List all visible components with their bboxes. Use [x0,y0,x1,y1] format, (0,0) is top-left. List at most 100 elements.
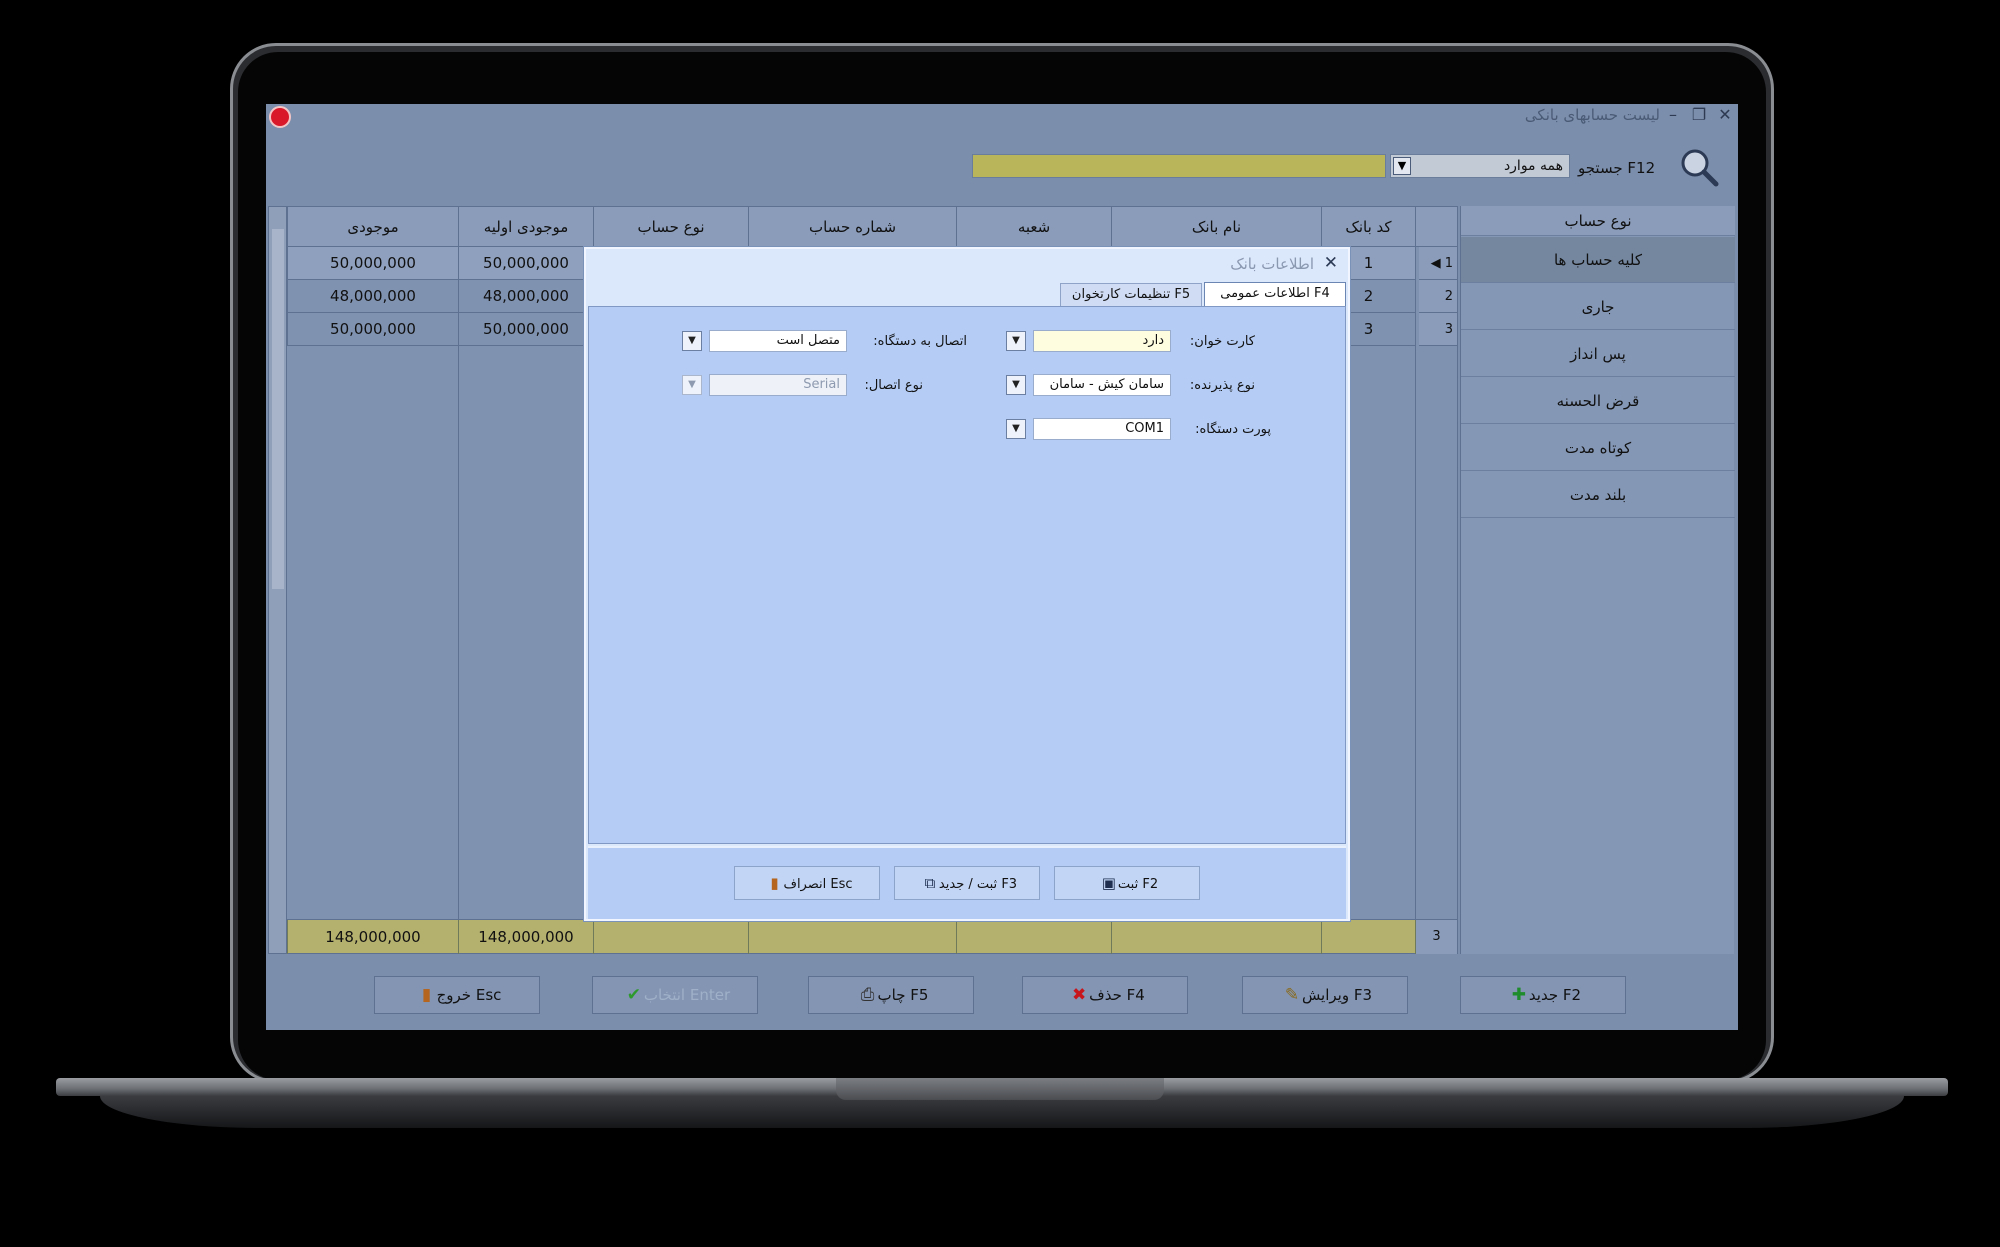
row-number-value: 1 [1444,256,1453,271]
acceptor-type-select[interactable]: سامان کیش - سامان ▼ [1006,374,1171,396]
save-new-button[interactable]: ⧉ ثبت / جدید F3 [894,866,1040,900]
search-label: جستجو F12 [1578,159,1656,177]
device-port-value: COM1 [1125,421,1164,436]
device-connection-label: اتصال به دستگاه: [873,334,967,349]
minimize-window-button[interactable]: – [1662,104,1684,126]
chevron-down-icon[interactable]: ▼ [1006,375,1026,395]
delete-x-icon: ✖ [1072,985,1087,1005]
col-balance[interactable]: موجودی [287,207,458,247]
printer-icon: ⎙ [860,985,875,1005]
exit-door-icon: ▮ [770,874,779,892]
grid-header: موجودی موجودی اولیه نوع حساب شماره حساب … [287,207,1457,247]
chevron-down-icon[interactable]: ▼ [1006,419,1026,439]
cell-balance[interactable]: 50,000,000 [287,247,458,280]
dialog-body: کارت خوان: دارد ▼ نوع پذیرنده: سامان کیش… [588,306,1346,844]
chevron-down-icon[interactable]: ▼ [682,375,702,395]
delete-button-label: حذف F4 [1089,986,1145,1004]
save-new-icon: ⧉ [924,874,936,892]
laptop-notch [836,1078,1164,1100]
search-icon[interactable] [1678,146,1720,188]
device-connection-value: متصل است [776,333,840,348]
row-number[interactable]: ◀ 1 [1419,247,1457,280]
print-button-label: چاپ F5 [877,986,929,1004]
connection-type-select[interactable]: Serial ▼ [682,374,847,396]
summary-empty-cell [748,920,956,954]
device-port-select[interactable]: COM1 ▼ [1006,418,1171,440]
account-type-header: نوع حساب [1461,206,1735,236]
device-connection-select[interactable]: متصل است ▼ [682,330,847,352]
scrollbar-thumb[interactable] [272,229,284,589]
grid-line [458,247,459,923]
col-account-number[interactable]: شماره حساب [748,207,956,247]
search-input[interactable] [972,154,1386,178]
close-window-button[interactable]: ✕ [1714,104,1736,126]
filter-item-long-term[interactable]: بلند مدت [1461,472,1735,518]
cell-balance[interactable]: 50,000,000 [287,313,458,346]
filter-item-current[interactable]: جاری [1461,284,1735,330]
delete-button[interactable]: ✖ حذف F4 [1022,976,1188,1014]
summary-empty-cell [1321,920,1415,954]
restore-window-button[interactable]: ❐ [1688,104,1710,126]
exit-button-label: خروج Esc [436,986,502,1004]
pencil-icon: ✎ [1284,985,1300,1005]
bottom-toolbar: ✚ جدید F2 ✎ ویرایش F3 ✖ حذف F4 ⎙ چاپ F5 ✔ انت… [266,956,1738,1030]
card-reader-select[interactable]: دارد ▼ [1006,330,1171,352]
current-row-icon: ◀ [1430,256,1441,271]
col-initial-balance[interactable]: موجودی اولیه [458,207,593,247]
grid-summary-row: 148,000,000 148,000,000 3 [287,919,1457,954]
new-button-label: جدید F2 [1528,986,1582,1004]
cell-initial-balance[interactable]: 50,000,000 [458,313,593,346]
summary-empty-cell [956,920,1111,954]
summary-empty-cell [1111,920,1321,954]
col-account-type[interactable]: نوع حساب [593,207,748,247]
search-scope-value: همه موارد [1503,158,1563,174]
save-button[interactable]: ▣ ثبت F2 [1054,866,1200,900]
new-button[interactable]: ✚ جدید F2 [1460,976,1626,1014]
chevron-down-icon[interactable]: ▼ [682,331,702,351]
exit-door-icon: ▮ [421,985,432,1005]
dialog-footer: ▣ ثبت F2 ⧉ ثبت / جدید F3 ▮ انصراف Esc [588,846,1346,919]
search-scope-select[interactable]: همه موارد ▼ [1390,154,1570,178]
filter-item-interest-free[interactable]: قرض الحسنه [1461,378,1735,424]
cell-initial-balance[interactable]: 48,000,000 [458,280,593,313]
filter-item-all[interactable]: کلیه حساب ها [1461,237,1735,283]
save-new-button-label: ثبت / جدید F3 [938,877,1018,892]
connection-type-label: نوع اتصال: [864,378,923,393]
edit-button-label: ویرایش F3 [1301,986,1373,1004]
chevron-down-icon[interactable]: ▼ [1393,157,1411,175]
app-logo-icon[interactable] [269,106,291,128]
account-type-panel: نوع حساب کلیه حساب ها جاری پس انداز قرض … [1460,206,1735,954]
row-number[interactable]: 3 [1419,313,1457,346]
exit-button[interactable]: ▮ خروج Esc [374,976,540,1014]
close-icon[interactable]: ✕ [1324,253,1338,273]
col-row-number [1415,207,1457,247]
cell-balance[interactable]: 48,000,000 [287,280,458,313]
tab-card-reader-settings[interactable]: تنظیمات کارتخوان F5 [1060,283,1202,306]
tab-general-info[interactable]: اطلاعات عمومی F4 [1204,282,1346,306]
card-reader-label: کارت خوان: [1189,334,1255,349]
summary-empty-cell [593,920,748,954]
laptop-base-shadow [100,1096,1904,1128]
row-number[interactable]: 2 [1419,280,1457,313]
filter-item-savings[interactable]: پس انداز [1461,331,1735,377]
row-count: 3 [1415,920,1457,954]
col-branch[interactable]: شعبه [956,207,1111,247]
chevron-down-icon[interactable]: ▼ [1006,331,1026,351]
select-button[interactable]: ✔ انتخاب Enter [592,976,758,1014]
col-bank-code[interactable]: کد بانک [1321,207,1415,247]
edit-button[interactable]: ✎ ویرایش F3 [1242,976,1408,1014]
col-bank-name[interactable]: نام بانک [1111,207,1321,247]
acceptor-type-label: نوع پذیرنده: [1189,378,1255,393]
select-button-label: انتخاب Enter [643,986,731,1004]
filter-item-short-term[interactable]: کوتاه مدت [1461,425,1735,471]
save-disk-icon: ▣ [1101,874,1116,892]
plus-icon: ✚ [1511,985,1527,1005]
cancel-button-label: انصراف Esc [783,877,853,892]
acceptor-type-value: سامان کیش - سامان [1049,377,1164,392]
total-initial-balance: 148,000,000 [458,920,593,954]
grid-scrollbar[interactable] [269,207,287,953]
cell-initial-balance[interactable]: 50,000,000 [458,247,593,280]
save-button-label: ثبت F2 [1117,877,1159,892]
cancel-button[interactable]: ▮ انصراف Esc [734,866,880,900]
print-button[interactable]: ⎙ چاپ F5 [808,976,974,1014]
